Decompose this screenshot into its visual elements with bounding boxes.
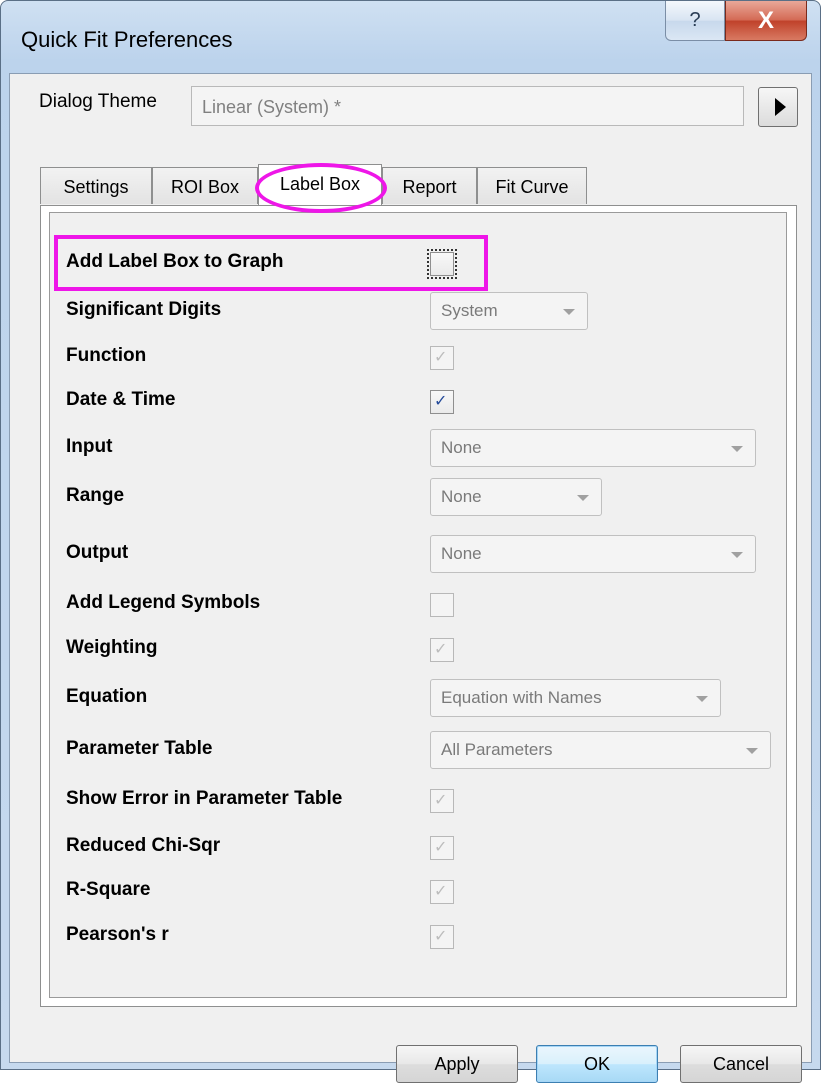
ok-button[interactable]: OK (536, 1045, 658, 1083)
dropdown-value: None (441, 438, 482, 457)
setting-label: Range (66, 485, 125, 506)
checkmark-icon: ✓ (434, 883, 448, 900)
tab-highlight-annotation (255, 163, 387, 213)
setting-label: Parameter Table (66, 738, 213, 759)
triangle-right-icon (774, 98, 786, 116)
dropdown-value: None (441, 544, 482, 563)
apply-button[interactable]: Apply (396, 1045, 518, 1083)
setting-label: Function (66, 345, 147, 366)
tab-roi-box[interactable]: ROI Box (152, 167, 258, 204)
dropdown-value: None (441, 487, 482, 506)
checkmark-icon: ✓ (434, 349, 448, 366)
chevron-down-icon (577, 495, 589, 501)
checkmark-icon: ✓ (434, 641, 448, 658)
output-dropdown[interactable]: None (430, 535, 756, 573)
tab-settings[interactable]: Settings (40, 167, 152, 204)
input-dropdown[interactable]: None (430, 429, 756, 467)
setting-label: Pearson's r (66, 924, 169, 945)
setting-label: Equation (66, 686, 148, 707)
weighting-checkbox[interactable]: ✓ (430, 638, 454, 662)
parameter-table-dropdown[interactable]: All Parameters (430, 731, 771, 769)
cancel-button[interactable]: Cancel (680, 1045, 802, 1083)
chevron-down-icon (563, 309, 575, 315)
label-box-panel: Add Label Box to Graph Significant Digits… (40, 205, 797, 1007)
settings-group: Add Label Box to Graph Significant Digits… (49, 212, 787, 998)
show-error-in-parameter-table-checkbox[interactable]: ✓ (430, 789, 454, 813)
checkmark-icon: ✓ (434, 839, 448, 856)
dialog-window: Quick Fit Preferences ? X Dialog Theme L… (0, 0, 821, 1083)
close-button[interactable]: X (725, 1, 807, 41)
chevron-down-icon (746, 748, 758, 754)
reduced-chi-sqr-checkbox[interactable]: ✓ (430, 836, 454, 860)
range-dropdown[interactable]: None (430, 478, 602, 516)
dialog-theme-label: Dialog Theme (39, 91, 157, 112)
dialog-client-area: Dialog Theme Linear (System) * Settings … (9, 73, 812, 1083)
pearson-s-r-checkbox[interactable]: ✓ (430, 925, 454, 949)
close-icon: X (757, 6, 774, 34)
chevron-down-icon (696, 696, 708, 702)
setting-label: Show Error in Parameter Table (66, 788, 343, 809)
add-legend-symbols-checkbox[interactable] (430, 593, 454, 617)
function-checkbox[interactable]: ✓ (430, 346, 454, 370)
setting-label: Date & Time (66, 389, 176, 410)
chevron-down-icon (731, 552, 743, 558)
significant-digits-dropdown[interactable]: System (430, 292, 588, 330)
setting-label: Input (66, 436, 113, 457)
title-bar[interactable]: Quick Fit Preferences ? X (1, 1, 820, 73)
equation-dropdown[interactable]: Equation with Names (430, 679, 721, 717)
checkmark-icon: ✓ (434, 928, 448, 945)
setting-label: Significant Digits (66, 299, 222, 320)
dropdown-value: System (441, 301, 498, 320)
checkmark-icon: ✓ (434, 393, 448, 410)
dialog-theme-field[interactable]: Linear (System) * (191, 86, 744, 126)
window-title: Quick Fit Preferences (21, 27, 233, 52)
dropdown-value: Equation with Names (441, 688, 602, 707)
tab-fit-curve[interactable]: Fit Curve (477, 167, 587, 204)
r-square-checkbox[interactable]: ✓ (430, 880, 454, 904)
tab-report[interactable]: Report (382, 167, 477, 204)
help-icon: ? (689, 9, 701, 31)
setting-label: Add Legend Symbols (66, 592, 261, 613)
dropdown-value: All Parameters (441, 740, 553, 759)
row-highlight-annotation (54, 235, 488, 291)
date-time-checkbox[interactable]: ✓ (430, 390, 454, 414)
setting-label: Output (66, 542, 129, 563)
setting-label: R-Square (66, 879, 151, 900)
theme-menu-button[interactable] (758, 87, 798, 127)
setting-label: Reduced Chi-Sqr (66, 835, 221, 856)
chevron-down-icon (731, 446, 743, 452)
checkmark-icon: ✓ (434, 792, 448, 809)
help-button[interactable]: ? (665, 1, 725, 41)
setting-label: Weighting (66, 637, 158, 658)
